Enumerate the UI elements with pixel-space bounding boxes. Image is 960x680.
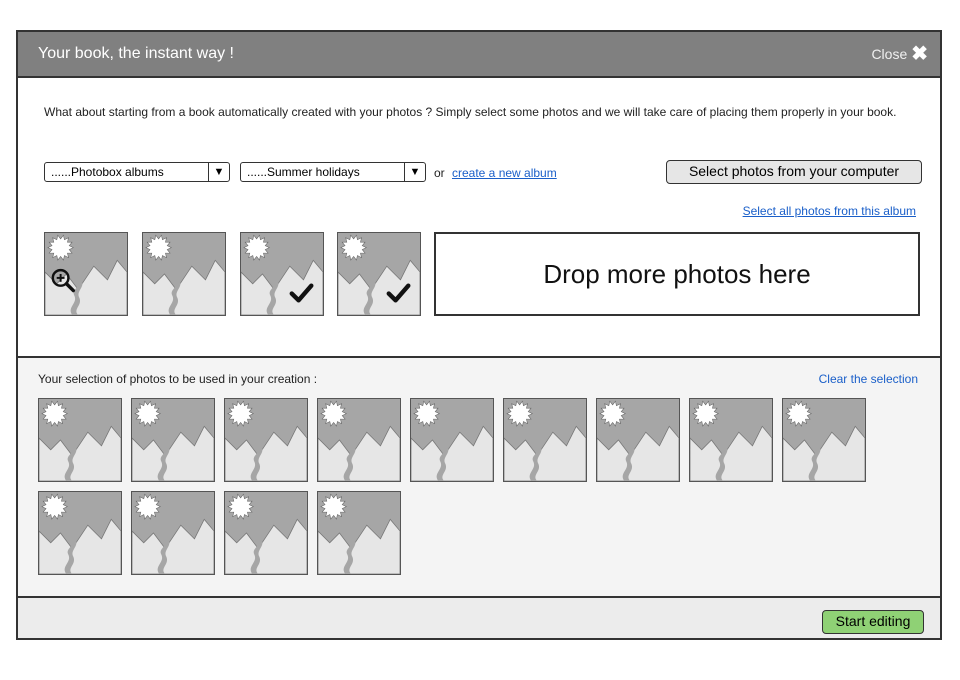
selected-photo-thumbnail[interactable] — [131, 491, 215, 575]
selected-photo-thumbnail[interactable] — [131, 398, 215, 482]
dialog-titlebar: Your book, the instant way ! Close ✖ — [18, 32, 940, 78]
dialog-title: Your book, the instant way ! — [38, 45, 234, 62]
photo-drop-zone[interactable]: Drop more photos here — [434, 232, 920, 316]
create-album-link[interactable]: create a new album — [452, 166, 557, 180]
selected-photo-thumbnail[interactable] — [596, 398, 680, 482]
selection-section: Your selection of photos to be used in y… — [18, 358, 940, 598]
start-editing-button[interactable]: Start editing — [822, 610, 924, 634]
selected-photo-thumbnail[interactable] — [224, 398, 308, 482]
chevron-down-icon: ▼ — [208, 163, 229, 181]
source-select[interactable]: ......Photobox albums ▼ — [44, 162, 230, 182]
selected-photo-thumbnail[interactable] — [503, 398, 587, 482]
selected-photo-thumbnail[interactable] — [782, 398, 866, 482]
select-from-computer-button[interactable]: Select photos from your computer — [666, 160, 922, 184]
album-photo-thumbnail[interactable] — [142, 232, 226, 316]
selected-photo-thumbnail[interactable] — [224, 491, 308, 575]
album-select-value: ......Summer holidays — [247, 165, 360, 179]
close-button[interactable]: Close ✖ — [871, 43, 928, 65]
selected-photo-thumbnail[interactable] — [689, 398, 773, 482]
selected-photo-thumbnail[interactable] — [410, 398, 494, 482]
selected-photo-thumbnail[interactable] — [317, 398, 401, 482]
album-photo-thumbnail[interactable] — [337, 232, 421, 316]
selected-photo-thumbnail[interactable] — [38, 491, 122, 575]
album-photo-thumbnail[interactable] — [44, 232, 128, 316]
selected-photo-thumbnail[interactable] — [38, 398, 122, 482]
clear-selection-link[interactable]: Clear the selection — [819, 372, 918, 386]
selected-photo-thumbnail[interactable] — [317, 491, 401, 575]
instant-book-dialog: Your book, the instant way ! Close ✖ Wha… — [16, 30, 942, 640]
album-photo-thumbnail[interactable] — [240, 232, 324, 316]
source-select-value: ......Photobox albums — [51, 165, 164, 179]
dialog-footer: Start editing — [18, 598, 940, 638]
intro-text: What about starting from a book automati… — [44, 105, 897, 119]
photo-source-section: What about starting from a book automati… — [18, 78, 940, 358]
chevron-down-icon: ▼ — [404, 163, 425, 181]
select-all-photos-link[interactable]: Select all photos from this album — [743, 204, 916, 218]
selection-label: Your selection of photos to be used in y… — [38, 372, 318, 386]
close-label: Close — [871, 46, 908, 62]
close-icon: ✖ — [911, 43, 928, 65]
album-select[interactable]: ......Summer holidays ▼ — [240, 162, 426, 182]
or-text: or — [434, 166, 445, 180]
